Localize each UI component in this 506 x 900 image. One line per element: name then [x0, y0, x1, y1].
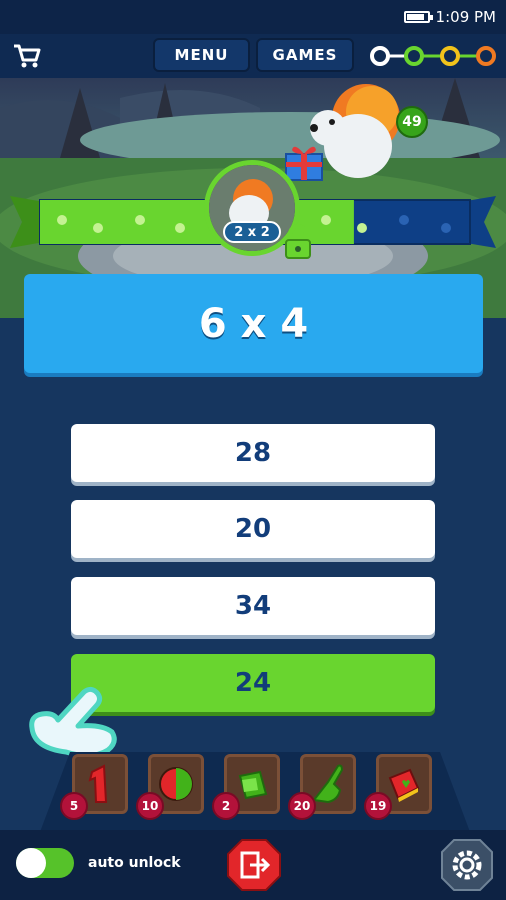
top-nav: MENU GAMES [0, 34, 506, 78]
number-one-icon [88, 764, 108, 803]
powerup-count-3: 2 [212, 792, 240, 820]
exit-icon[interactable] [226, 838, 282, 892]
battery-icon [403, 11, 433, 23]
toggle-knob [16, 848, 46, 878]
pointing-hand-hint-icon [29, 686, 117, 758]
answer-option-4[interactable]: 24 [71, 654, 435, 712]
powerup-count-4: 20 [288, 792, 316, 820]
auto-unlock-label: auto unlock [88, 855, 181, 871]
status-bar: 1:09 PM [0, 0, 506, 34]
answer-option-1[interactable]: 28 [71, 424, 435, 482]
auto-unlock-toggle[interactable] [16, 848, 74, 878]
powerup-count-2: 10 [136, 792, 164, 820]
answer-option-2[interactable]: 20 [71, 500, 435, 558]
unlock-label: 2 x 2 [223, 221, 281, 243]
powerup-count-1: 5 [60, 792, 88, 820]
status-time: 1:09 PM [435, 8, 496, 26]
powerup-count-5: 19 [364, 792, 392, 820]
level-chain-icon[interactable] [368, 44, 498, 68]
menu-button[interactable]: MENU [153, 38, 250, 72]
question-panel: 6 x 4 [24, 274, 483, 373]
lock-icon [285, 224, 311, 259]
question-text: 6 x 4 [198, 300, 309, 347]
cart-icon[interactable] [12, 42, 42, 70]
level-badge: 49 [396, 106, 428, 138]
games-button[interactable]: GAMES [256, 38, 354, 72]
level-badge-value: 49 [402, 114, 422, 130]
gear-icon[interactable] [440, 838, 494, 892]
bottom-bar: auto unlock [0, 830, 506, 900]
answer-option-3[interactable]: 34 [71, 577, 435, 635]
